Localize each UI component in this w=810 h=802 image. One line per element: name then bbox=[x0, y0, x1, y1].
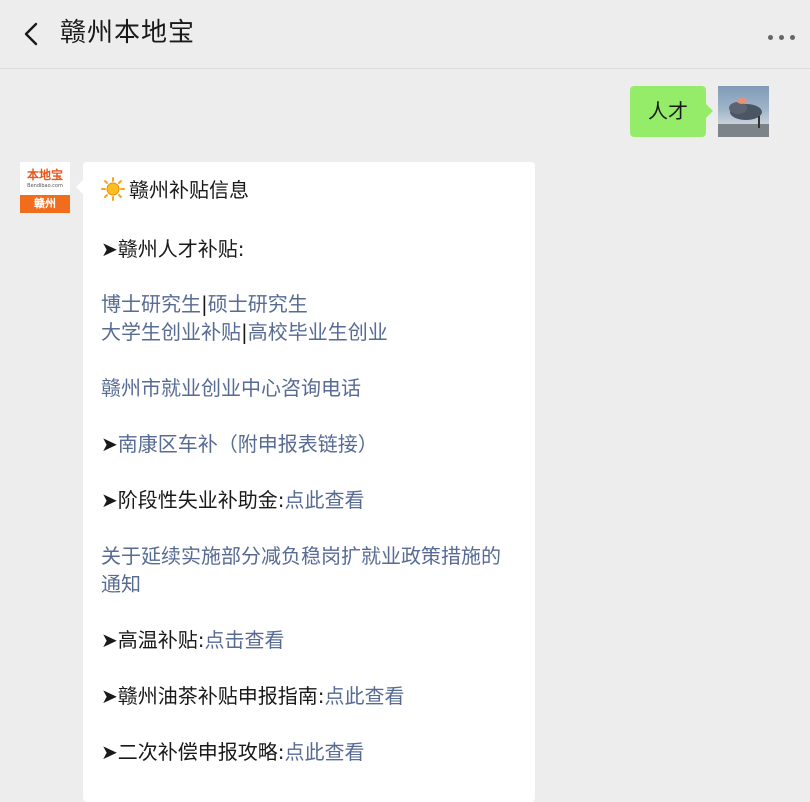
unemployment-row: ➤阶段性失业补助金:点此查看 bbox=[101, 486, 365, 514]
compensation-link[interactable]: 点此查看 bbox=[285, 740, 365, 764]
user-message-text: 人才 bbox=[648, 99, 688, 123]
policy-notice-link-line2[interactable]: 通知 bbox=[101, 570, 141, 598]
bot-avatar[interactable]: 本地宝 Bendibao.com 赣州 bbox=[20, 162, 70, 213]
bot-avatar-logo: 本地宝 Bendibao.com bbox=[20, 162, 70, 196]
bot-heading-text: 赣州补贴信息 bbox=[129, 178, 249, 202]
unemployment-link[interactable]: 点此查看 bbox=[285, 488, 365, 512]
bot-message-bubble: 赣州补贴信息 ➤赣州人才补贴: 博士研究生|硕士研究生 大学生创业补贴|高校毕业… bbox=[76, 162, 535, 802]
talent-subsidy-title: ➤赣州人才补贴: bbox=[101, 237, 245, 261]
user-avatar[interactable] bbox=[718, 86, 769, 137]
phd-link[interactable]: 博士研究生 bbox=[101, 292, 201, 316]
policy-notice-link-line1[interactable]: 关于延续实施部分减负稳岗扩就业政策措施的 bbox=[101, 542, 501, 570]
startup-links-row: 大学生创业补贴|高校毕业生创业 bbox=[101, 318, 388, 346]
bot-avatar-city: 赣州 bbox=[20, 195, 70, 213]
chat-title: 赣州本地宝 bbox=[60, 18, 196, 48]
student-startup-link[interactable]: 大学生创业补贴 bbox=[101, 320, 241, 344]
compensation-label: ➤二次补偿申报攻略: bbox=[101, 740, 285, 764]
heat-subsidy-label: ➤高温补贴: bbox=[101, 628, 205, 652]
heat-subsidy-row: ➤高温补贴:点击查看 bbox=[101, 626, 285, 654]
degree-links-row: 博士研究生|硕士研究生 bbox=[101, 290, 308, 318]
graduate-startup-link[interactable]: 高校毕业生创业 bbox=[248, 320, 388, 344]
nankang-car-subsidy-link[interactable]: 南康区车补（附申报表链接） bbox=[118, 432, 378, 456]
nankang-row: ➤南康区车补（附申报表链接） bbox=[101, 430, 378, 458]
arrow-marker: ➤ bbox=[101, 432, 118, 456]
tea-oil-link[interactable]: 点此查看 bbox=[325, 684, 405, 708]
master-link[interactable]: 硕士研究生 bbox=[208, 292, 308, 316]
heat-subsidy-link[interactable]: 点击查看 bbox=[205, 628, 285, 652]
top-bar: 赣州本地宝 bbox=[0, 0, 810, 69]
unemployment-label: ➤阶段性失业补助金: bbox=[101, 488, 285, 512]
tea-oil-row: ➤赣州油茶补贴申报指南:点此查看 bbox=[101, 682, 405, 710]
user-message-bubble[interactable]: 人才 bbox=[630, 86, 713, 137]
bot-heading: 赣州补贴信息 bbox=[101, 176, 249, 204]
sun-icon bbox=[101, 177, 125, 201]
sky-photo-icon bbox=[718, 98, 769, 137]
compensation-row: ➤二次补偿申报攻略:点此查看 bbox=[101, 738, 365, 766]
separator: | bbox=[201, 292, 208, 316]
employment-center-phone-link[interactable]: 赣州市就业创业中心咨询电话 bbox=[101, 374, 361, 402]
bot-logo-domain: Bendibao.com bbox=[27, 183, 63, 189]
separator: | bbox=[241, 320, 248, 344]
tea-oil-label: ➤赣州油茶补贴申报指南: bbox=[101, 684, 325, 708]
back-arrow-icon[interactable] bbox=[18, 20, 46, 48]
more-options-icon[interactable] bbox=[766, 28, 798, 44]
bot-logo-text: 本地宝 bbox=[26, 168, 63, 182]
